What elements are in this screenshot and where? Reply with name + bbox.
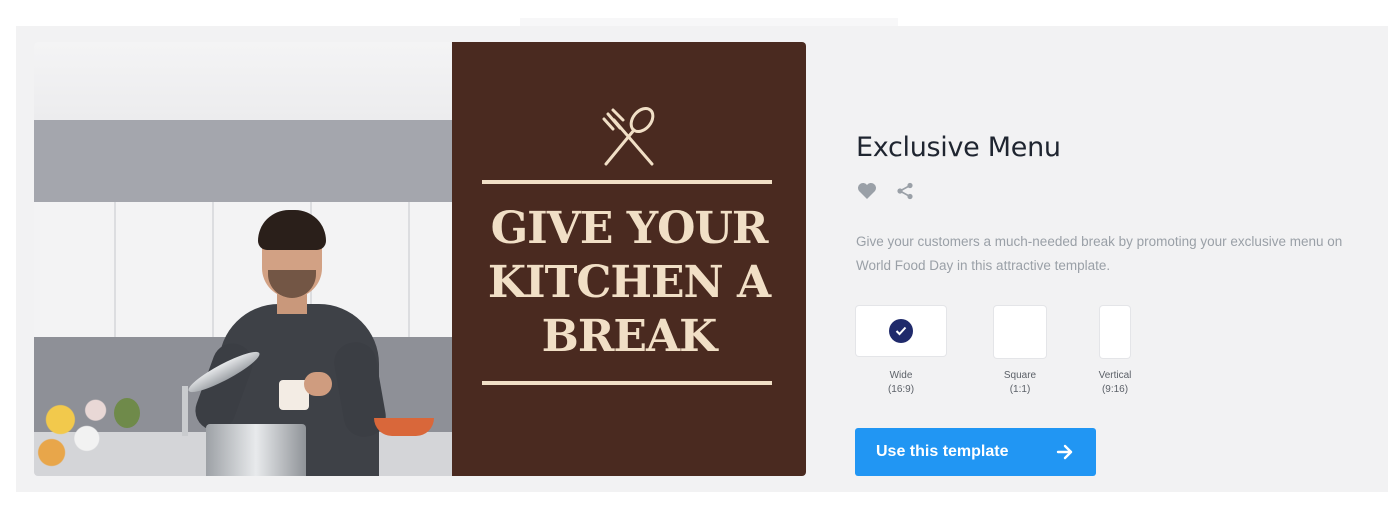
use-template-label: Use this template	[876, 443, 1009, 460]
use-template-button[interactable]: Use this template	[855, 428, 1096, 476]
divider-top	[482, 180, 772, 184]
divider-bottom	[482, 381, 772, 385]
format-square-thumb[interactable]	[994, 306, 1046, 358]
format-wide-thumb[interactable]	[856, 306, 946, 356]
headline-panel: GIVE YOUR KITCHEN A BREAK	[452, 42, 806, 476]
kitchen-photo	[34, 42, 452, 476]
preview-headline: GIVE YOUR KITCHEN A BREAK	[487, 203, 771, 362]
check-icon	[889, 319, 913, 343]
share-icon[interactable]	[894, 180, 916, 202]
format-square-label: Square (1:1)	[1003, 370, 1037, 395]
format-vertical[interactable]: Vertical (9:16)	[1099, 306, 1131, 395]
fork-spoon-icon	[602, 106, 655, 166]
format-wide-label: Wide (16:9)	[887, 370, 915, 395]
heart-icon[interactable]	[856, 180, 878, 202]
arrow-right-icon	[1056, 444, 1073, 460]
template-actions	[856, 180, 916, 202]
template-preview[interactable]: GIVE YOUR KITCHEN A BREAK	[34, 42, 806, 476]
top-strip	[520, 18, 898, 26]
format-wide[interactable]: Wide (16:9)	[856, 306, 946, 395]
format-square[interactable]: Square (1:1)	[994, 306, 1046, 395]
format-vertical-label: Vertical (9:16)	[1098, 370, 1132, 395]
template-description: Give your customers a much-needed break …	[856, 234, 1343, 273]
format-vertical-thumb[interactable]	[1100, 306, 1130, 358]
template-title: Exclusive Menu	[856, 132, 1061, 163]
